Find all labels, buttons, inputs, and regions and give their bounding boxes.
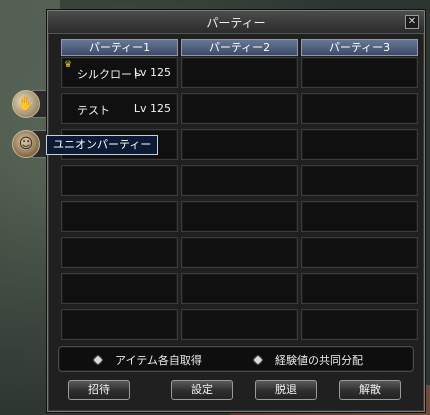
party-member-slot[interactable] [301,201,418,232]
exp-distribution-option[interactable]: 経験値の共同分配 [253,352,363,368]
member-level: Lv 125 [133,102,171,115]
item-distribution-option[interactable]: アイテム各自取得 [93,352,202,368]
title-bar[interactable]: パーティー ✕ [48,11,424,34]
member-level: Lv 125 [133,66,171,79]
party-member-slot[interactable] [301,129,418,160]
union-party-tooltip: ユニオンパーティー [46,135,159,155]
party-member-slot[interactable] [181,129,298,160]
party-member-slot[interactable] [181,201,298,232]
party-member-slot[interactable] [301,57,418,88]
diamond-icon [93,355,103,365]
handshake-icon[interactable]: ✋ [12,90,40,118]
party-member-slot[interactable] [61,273,178,304]
party-column-2: パーティー2 [181,39,298,345]
party-window: パーティー ✕ パーティー1 ♛ シルクロード Lv 125 テスト Lv 125 パーティ… [47,10,425,412]
invite-button[interactable]: 招待 [68,380,130,400]
party-member-slot[interactable] [301,93,418,124]
party-member-slot[interactable] [61,237,178,268]
party-member-slot[interactable]: テスト Lv 125 [61,93,178,124]
party-member-slot[interactable] [301,237,418,268]
party-member-slot[interactable] [61,165,178,196]
party-header-3[interactable]: パーティー3 [301,39,418,56]
party-member-slot[interactable] [301,273,418,304]
union-party-icon[interactable]: ☺ [12,130,40,158]
crown-icon: ♛ [64,60,73,70]
settings-button[interactable]: 設定 [171,380,233,400]
member-name: テスト [77,104,110,117]
close-button[interactable]: ✕ [405,15,419,29]
party-member-slot[interactable] [181,309,298,340]
party-member-slot[interactable] [301,165,418,196]
party-column-1: パーティー1 ♛ シルクロード Lv 125 テスト Lv 125 [61,39,178,345]
party-member-slot[interactable] [181,93,298,124]
party-member-slot[interactable]: ♛ シルクロード Lv 125 [61,57,178,88]
party-member-slot[interactable] [181,273,298,304]
party-member-slot[interactable] [181,165,298,196]
party-header-1[interactable]: パーティー1 [61,39,178,56]
party-member-slot[interactable] [61,309,178,340]
party-member-slot[interactable] [61,201,178,232]
party-options-bar: アイテム各自取得 経験値の共同分配 [58,346,414,372]
leave-button[interactable]: 脱退 [255,380,317,400]
window-title: パーティー [206,16,266,30]
party-member-slot[interactable] [301,309,418,340]
party-member-slot[interactable] [181,237,298,268]
party-member-slot[interactable] [181,57,298,88]
disband-button[interactable]: 解散 [339,380,401,400]
party-header-2[interactable]: パーティー2 [181,39,298,56]
diamond-icon [253,355,263,365]
party-column-3: パーティー3 [301,39,418,345]
